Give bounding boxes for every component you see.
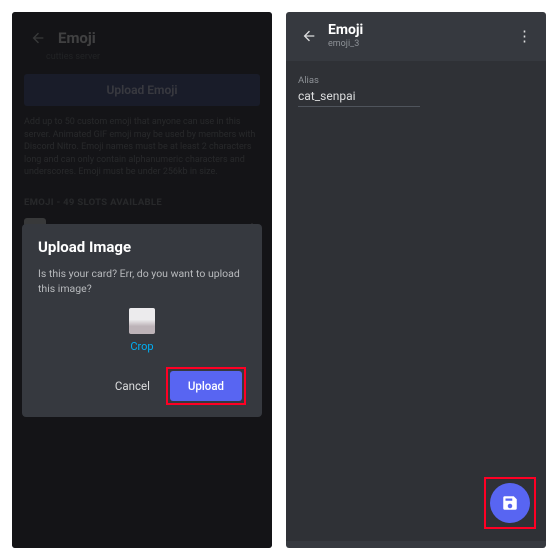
dialog-body: Is this your card? Err, do you want to u… <box>38 266 246 296</box>
alias-label: Alias <box>298 75 534 86</box>
page-subtitle: emoji_3 <box>328 39 363 49</box>
dialog-actions: Cancel Upload <box>38 367 246 405</box>
crop-link[interactable]: Crop <box>38 340 246 353</box>
alias-input[interactable]: cat_senpai <box>298 89 420 107</box>
more-icon[interactable]: ⋮ <box>517 27 536 45</box>
screen-emoji-edit: Emoji emoji_3 ⋮ Alias cat_senpai <box>286 12 546 548</box>
cancel-button[interactable]: Cancel <box>109 371 156 401</box>
image-preview <box>129 308 155 334</box>
save-fab[interactable] <box>490 483 530 523</box>
screen-emoji-list: Emoji cutties server Upload Emoji Add up… <box>12 12 272 548</box>
upload-image-dialog: Upload Image Is this your card? Err, do … <box>22 224 262 417</box>
page-title: Emoji <box>328 22 363 38</box>
highlight-box <box>484 477 536 529</box>
upload-button[interactable]: Upload <box>170 371 242 401</box>
save-icon <box>501 494 519 512</box>
highlight-box: Upload <box>166 367 246 405</box>
arrow-left-icon <box>301 28 317 44</box>
dialog-title: Upload Image <box>38 238 246 256</box>
header: Emoji emoji_3 ⋮ <box>286 12 546 55</box>
edit-body: Alias cat_senpai <box>286 61 546 541</box>
back-button[interactable] <box>296 23 322 49</box>
